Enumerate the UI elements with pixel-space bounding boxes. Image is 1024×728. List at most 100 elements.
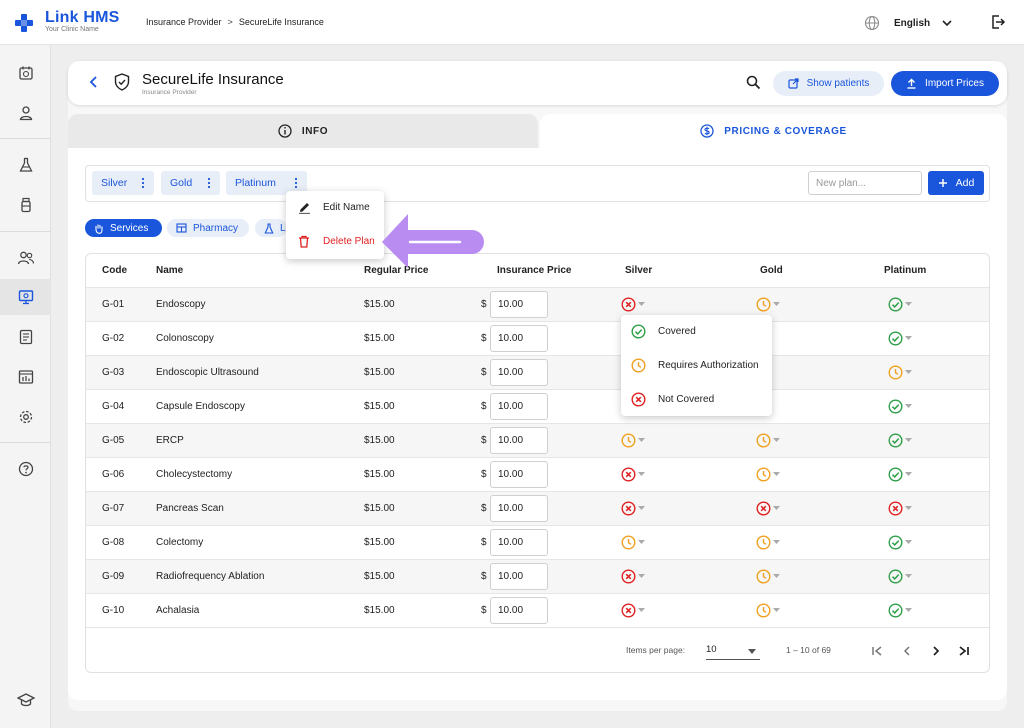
clock-icon: [621, 535, 636, 553]
dropdown-caret-icon: [905, 302, 912, 306]
status-option-not-covered[interactable]: Not Covered: [621, 383, 772, 417]
sidebar-item-reports[interactable]: [0, 359, 51, 395]
insurance-price-input[interactable]: 10.00: [490, 529, 548, 556]
insurance-price-input[interactable]: 10.00: [490, 393, 548, 420]
plan-chip-gold[interactable]: Gold: [161, 171, 220, 195]
breadcrumb-separator: >: [227, 17, 233, 27]
coverage-select-gold[interactable]: [756, 603, 782, 619]
coverage-select-platinum[interactable]: [888, 433, 914, 449]
sidebar-item-settings[interactable]: [0, 399, 51, 435]
coverage-select-silver[interactable]: [621, 535, 647, 551]
next-page-icon[interactable]: [929, 644, 943, 658]
plan-chip-silver[interactable]: Silver: [92, 171, 154, 195]
tab-pricing-coverage[interactable]: PRICING & COVERAGE: [540, 114, 1007, 148]
sidebar-item-academy[interactable]: [0, 682, 51, 718]
coverage-select-gold[interactable]: [756, 501, 782, 517]
more-vertical-icon[interactable]: [141, 177, 145, 189]
coverage-select-gold[interactable]: [756, 297, 782, 313]
sidebar-item-pharmacy[interactable]: [0, 187, 51, 223]
more-vertical-icon[interactable]: [207, 177, 211, 189]
more-vertical-icon[interactable]: [294, 177, 298, 189]
column-header-silver[interactable]: Silver: [625, 265, 652, 276]
insurance-price-input[interactable]: 10.00: [490, 495, 548, 522]
coverage-select-platinum[interactable]: [888, 535, 914, 551]
coverage-select-platinum[interactable]: [888, 399, 914, 415]
insurance-price-input[interactable]: 10.00: [490, 359, 548, 386]
status-option-requires-authorization[interactable]: Requires Authorization: [621, 349, 772, 383]
coverage-select-silver[interactable]: [621, 569, 647, 585]
table-row: G-07 Pancreas Scan $15.00 $10.00: [86, 491, 989, 525]
coverage-select-platinum[interactable]: [888, 569, 914, 585]
items-per-page-select[interactable]: 10: [706, 644, 760, 660]
tab-info[interactable]: INFO: [68, 114, 538, 148]
x-circle-icon: [888, 501, 903, 519]
cell-code: G-04: [102, 401, 125, 412]
coverage-select-platinum[interactable]: [888, 501, 914, 517]
language-selector[interactable]: English: [864, 14, 952, 32]
import-prices-button[interactable]: Import Prices: [891, 71, 999, 96]
app-name: Link HMS: [45, 9, 120, 26]
x-circle-icon: [621, 501, 636, 519]
coverage-select-silver[interactable]: [621, 603, 647, 619]
pagination-range: 1 – 10 of 69: [786, 645, 831, 655]
category-services[interactable]: Services: [85, 219, 162, 237]
sidebar-divider: [0, 231, 51, 232]
clock-icon: [756, 297, 771, 315]
sidebar-item-insurance[interactable]: [0, 279, 51, 315]
insurance-price-input[interactable]: 10.00: [490, 597, 548, 624]
show-patients-button[interactable]: Show patients: [773, 71, 884, 96]
insurance-price-input[interactable]: 10.00: [490, 563, 548, 590]
back-arrow-icon[interactable]: [88, 75, 100, 89]
column-header-insurance-price[interactable]: Insurance Price: [497, 265, 571, 276]
sidebar-item-patients[interactable]: [0, 95, 51, 131]
coverage-select-silver[interactable]: [621, 297, 647, 313]
coverage-select-platinum[interactable]: [888, 467, 914, 483]
dropdown-caret-icon: [773, 506, 780, 510]
coverage-select-silver[interactable]: [621, 433, 647, 449]
dropdown-caret-icon: [638, 438, 645, 442]
sidebar-item-help[interactable]: [0, 451, 51, 487]
category-pharmacy[interactable]: Pharmacy: [167, 219, 249, 237]
column-header-name[interactable]: Name: [156, 265, 183, 276]
coverage-select-gold[interactable]: [756, 433, 782, 449]
coverage-select-platinum[interactable]: [888, 297, 914, 313]
tab-info-label: INFO: [301, 125, 329, 137]
table-row: G-04 Capsule Endoscopy $15.00 $10.00: [86, 389, 989, 423]
column-header-code[interactable]: Code: [102, 265, 127, 276]
page-title: SecureLife Insurance: [142, 71, 284, 88]
insurance-price-input[interactable]: 10.00: [490, 325, 548, 352]
coverage-select-platinum[interactable]: [888, 331, 914, 347]
sidebar-item-lab[interactable]: [0, 147, 51, 183]
tab-bar: INFO PRICING & COVERAGE: [68, 114, 1007, 148]
column-header-gold[interactable]: Gold: [760, 265, 783, 276]
insurance-icon: [18, 290, 33, 305]
last-page-icon[interactable]: [957, 644, 971, 658]
column-header-platinum[interactable]: Platinum: [884, 265, 926, 276]
insurance-price-input[interactable]: 10.00: [490, 461, 548, 488]
first-page-icon[interactable]: [870, 644, 884, 658]
annotation-arrow: [382, 214, 484, 268]
coverage-select-gold[interactable]: [756, 535, 782, 551]
coverage-select-platinum[interactable]: [888, 365, 914, 381]
search-icon[interactable]: [746, 75, 761, 90]
coverage-select-platinum[interactable]: [888, 603, 914, 619]
table-row: G-01 Endoscopy $15.00 $10.00: [86, 287, 989, 321]
coverage-select-gold[interactable]: [756, 467, 782, 483]
previous-page-icon[interactable]: [900, 644, 914, 658]
logout-icon[interactable]: [990, 14, 1006, 30]
sidebar-item-appointments[interactable]: [0, 55, 51, 91]
sidebar-item-staff[interactable]: [0, 240, 51, 276]
insurance-price-input[interactable]: 10.00: [490, 291, 548, 318]
add-plan-button[interactable]: Add: [928, 171, 984, 195]
delete-plan-menu-item[interactable]: Delete Plan: [286, 225, 384, 259]
coverage-select-silver[interactable]: [621, 501, 647, 517]
new-plan-input[interactable]: New plan...: [808, 171, 922, 195]
breadcrumb-insurance-provider[interactable]: Insurance Provider: [146, 17, 222, 27]
coverage-select-silver[interactable]: [621, 467, 647, 483]
edit-name-menu-item[interactable]: Edit Name: [286, 191, 384, 225]
category-lab[interactable]: L: [255, 219, 287, 237]
sidebar-item-billing[interactable]: [0, 319, 51, 355]
coverage-select-gold[interactable]: [756, 569, 782, 585]
status-option-covered[interactable]: Covered: [621, 315, 772, 349]
insurance-price-input[interactable]: 10.00: [490, 427, 548, 454]
